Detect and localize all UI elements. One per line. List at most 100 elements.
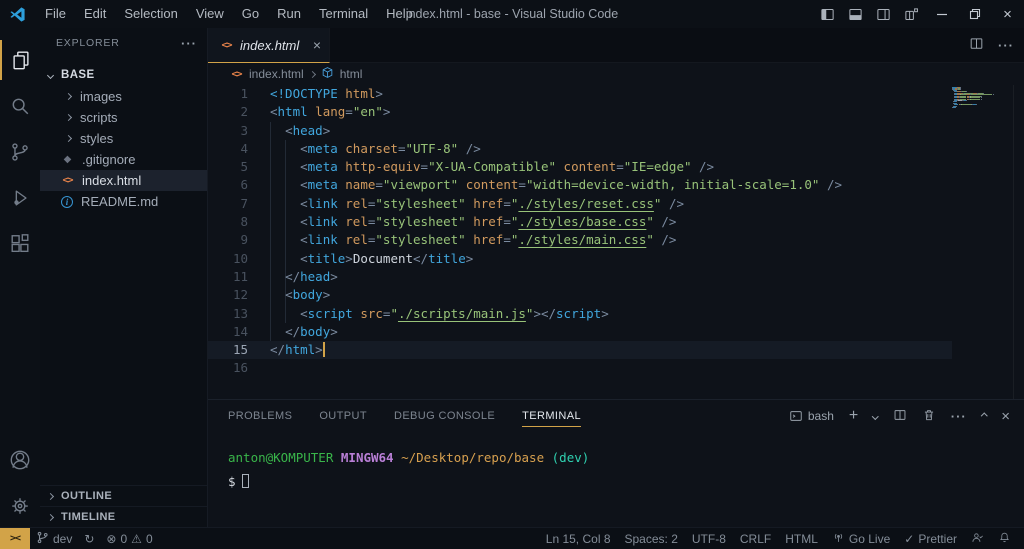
panel-tab-terminal[interactable]: TERMINAL xyxy=(522,400,581,432)
status-go-live[interactable]: Go Live xyxy=(825,528,897,549)
tree-item-label: README.md xyxy=(81,194,159,209)
tree-item-README-md[interactable]: i README.md xyxy=(40,191,207,212)
panel-tab-problems[interactable]: PROBLEMS xyxy=(228,400,292,432)
menu-file[interactable]: File xyxy=(36,0,75,28)
activity-bar xyxy=(0,28,40,527)
tree-item-images[interactable]: images xyxy=(40,86,207,107)
section-timeline[interactable]: TIMELINE xyxy=(40,506,207,527)
close-window-button[interactable]: × xyxy=(991,0,1024,28)
toggle-secondary-sidebar-icon[interactable] xyxy=(869,0,897,28)
explorer-more-actions-icon[interactable]: ··· xyxy=(181,36,197,51)
status-utf-8[interactable]: UTF-8 xyxy=(685,528,733,549)
line-number: 9 xyxy=(240,232,248,248)
terminal-input-line: $ xyxy=(228,470,589,494)
menu-run[interactable]: Run xyxy=(268,0,310,28)
terminal-dropdown-icon[interactable] xyxy=(872,412,879,420)
search-icon[interactable] xyxy=(0,86,40,126)
split-terminal-icon[interactable] xyxy=(893,408,907,425)
gitignore-file-icon: ◆ xyxy=(63,154,72,165)
status-spaces-2[interactable]: Spaces: 2 xyxy=(618,528,685,549)
code-line-10[interactable]: 10 <title>Document</title> xyxy=(208,250,952,268)
new-terminal-icon[interactable]: + xyxy=(849,407,858,425)
line-number: 7 xyxy=(240,195,248,211)
menu-terminal[interactable]: Terminal xyxy=(310,0,377,28)
breadcrumb-file[interactable]: index.html xyxy=(249,67,304,81)
editor-more-actions-icon[interactable]: ··· xyxy=(998,38,1014,53)
sync-status-item[interactable]: ↻ xyxy=(78,528,100,549)
settings-gear-icon[interactable] xyxy=(0,486,40,526)
extensions-icon[interactable] xyxy=(0,224,40,264)
toggle-sidebar-icon[interactable] xyxy=(813,0,841,28)
code-line-3[interactable]: 3 <head> xyxy=(208,122,952,140)
tree-item-label: scripts xyxy=(80,110,118,125)
tree-item--gitignore[interactable]: ◆ .gitignore xyxy=(40,149,207,170)
menu-help[interactable]: Help xyxy=(377,0,422,28)
status-crlf[interactable]: CRLF xyxy=(733,528,778,549)
files-icon[interactable] xyxy=(0,40,40,80)
toggle-panel-icon[interactable] xyxy=(841,0,869,28)
menu-go[interactable]: Go xyxy=(233,0,268,28)
code-text: <script src="./scripts/main.js"></script… xyxy=(300,305,609,321)
breadcrumb-symbol[interactable]: html xyxy=(340,67,363,81)
root-folder-row[interactable]: BASE xyxy=(40,64,207,86)
branch-status-item[interactable]: dev xyxy=(30,528,78,549)
code-line-11[interactable]: 11 </head> xyxy=(208,268,952,286)
tree-item-scripts[interactable]: scripts xyxy=(40,107,207,128)
panel-more-actions-icon[interactable]: ··· xyxy=(951,409,967,424)
tree-item-styles[interactable]: styles xyxy=(40,128,207,149)
status-label: HTML xyxy=(785,531,818,546)
status-prettier[interactable]: ✓ Prettier xyxy=(897,528,964,549)
split-editor-icon[interactable] xyxy=(969,36,984,56)
readme-info-icon: i xyxy=(61,195,73,208)
section-outline[interactable]: OUTLINE xyxy=(40,485,207,506)
kill-terminal-icon[interactable] xyxy=(922,408,936,425)
terminal[interactable]: anton@KOMPUTER MINGW64 ~/Desktop/repo/ba… xyxy=(228,446,589,494)
remote-indicator[interactable]: >< xyxy=(0,527,30,549)
code-line-7[interactable]: 7 <link rel="stylesheet" href="./styles/… xyxy=(208,195,952,213)
code-line-5[interactable]: 5 <meta http-equiv="X-UA-Compatible" con… xyxy=(208,158,952,176)
restore-button[interactable] xyxy=(958,0,991,28)
code-line-16[interactable]: 16 xyxy=(208,359,952,377)
status-html[interactable]: HTML xyxy=(778,528,825,549)
code-line-6[interactable]: 6 <meta name="viewport" content="width=d… xyxy=(208,176,952,194)
source-control-icon[interactable] xyxy=(0,132,40,172)
menu-edit[interactable]: Edit xyxy=(75,0,115,28)
code-editor[interactable]: 1 <!DOCTYPE html> 2 <html lang="en"> 3 <head… xyxy=(208,85,1024,399)
editor-cursor xyxy=(322,342,325,358)
tab-close-icon[interactable]: × xyxy=(313,37,321,53)
code-line-1[interactable]: 1 <!DOCTYPE html> xyxy=(208,85,952,103)
status-bell-icon[interactable] xyxy=(991,528,1018,549)
editor-scrollbar[interactable] xyxy=(1013,85,1024,399)
code-line-2[interactable]: 2 <html lang="en"> xyxy=(208,103,952,121)
panel-tab-output[interactable]: OUTPUT xyxy=(319,400,367,432)
status-label: UTF-8 xyxy=(691,531,726,546)
menu-bar: File Edit Selection View Go Run Terminal Help xyxy=(36,0,422,28)
account-icon[interactable] xyxy=(0,440,40,480)
run-debug-icon[interactable] xyxy=(0,178,40,218)
code-line-15[interactable]: 15 </html> xyxy=(208,341,952,360)
error-count: 0 xyxy=(120,531,128,546)
menu-view[interactable]: View xyxy=(187,0,233,28)
minimap[interactable] xyxy=(952,87,1010,110)
customize-layout-icon[interactable] xyxy=(897,0,925,28)
status-ln-15-col-8[interactable]: Ln 15, Col 8 xyxy=(539,528,618,549)
code-line-12[interactable]: 12 <body> xyxy=(208,286,952,304)
status-feedback-icon[interactable] xyxy=(964,528,991,549)
tree-item-index-html[interactable]: <> index.html xyxy=(40,170,207,191)
explorer-title: EXPLORER xyxy=(56,37,120,49)
menu-selection[interactable]: Selection xyxy=(115,0,186,28)
tree-item-label: styles xyxy=(80,131,114,146)
code-line-9[interactable]: 9 <link rel="stylesheet" href="./styles/… xyxy=(208,231,952,249)
terminal-instance-item[interactable]: bash xyxy=(789,409,834,423)
minimize-button[interactable] xyxy=(925,0,958,28)
code-line-13[interactable]: 13 <script src="./scripts/main.js"></scr… xyxy=(208,305,952,323)
maximize-panel-icon[interactable] xyxy=(980,412,988,420)
vscode-logo-icon xyxy=(9,6,26,23)
problems-status-item[interactable]: ⊗ 0 ⚠ 0 xyxy=(100,528,158,549)
close-panel-icon[interactable]: × xyxy=(1001,408,1010,425)
code-line-8[interactable]: 8 <link rel="stylesheet" href="./styles/… xyxy=(208,213,952,231)
code-line-14[interactable]: 14 </body> xyxy=(208,323,952,341)
tab-index-html[interactable]: <> index.html × xyxy=(208,28,330,63)
panel-tab-debug-console[interactable]: DEBUG CONSOLE xyxy=(394,400,495,432)
code-line-4[interactable]: 4 <meta charset="UTF-8" /> xyxy=(208,140,952,158)
